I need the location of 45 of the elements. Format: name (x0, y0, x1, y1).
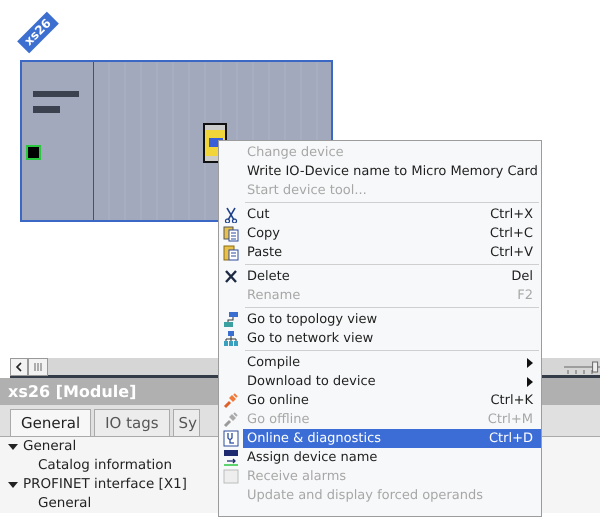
shortcut-text: Ctrl+V (490, 244, 533, 262)
shortcut-text: F2 (517, 286, 533, 305)
shortcut-text: Ctrl+D (488, 430, 533, 448)
collapse-icon[interactable] (8, 480, 18, 490)
arrow-left-icon (15, 362, 23, 372)
delete-icon (223, 268, 239, 285)
shortcut-text: Ctrl+M (488, 410, 533, 429)
port-icon[interactable] (26, 145, 41, 160)
collapse-icon[interactable] (8, 442, 18, 452)
stethoscope-icon (223, 430, 239, 447)
shortcut-text: Ctrl+X (490, 206, 533, 224)
menu-item[interactable]: Delete Del (243, 267, 541, 286)
scissors-icon (223, 206, 239, 223)
menu-item[interactable]: Go to topology view (243, 310, 541, 329)
menu-item[interactable]: Write IO-Device name to Micro Memory Card (243, 162, 541, 181)
inspector-tab[interactable]: Sy (172, 409, 200, 436)
tree-item[interactable]: Catalog information (38, 455, 172, 476)
scroll-left-button[interactable] (10, 358, 28, 376)
tree-item[interactable]: General (23, 437, 76, 457)
slot-bar (33, 106, 60, 113)
tree-item[interactable]: PROFINET interface [X1] (23, 474, 187, 495)
menu-item[interactable]: Online & diagnostics Ctrl+D (243, 429, 541, 448)
menu-item[interactable]: Go to network view (243, 329, 541, 348)
paste-icon (223, 244, 239, 261)
plug-icon (223, 392, 239, 409)
slot-bar (33, 91, 79, 97)
scroll-thumb[interactable] (28, 358, 48, 376)
inspector-tab[interactable]: General (10, 409, 92, 436)
shortcut-text: Ctrl+C (490, 224, 533, 243)
network-icon (223, 330, 239, 347)
menu-item[interactable]: Cut Ctrl+X (243, 205, 541, 224)
menu-item[interactable]: Copy Ctrl+C (243, 224, 541, 243)
menu-item[interactable]: Paste Ctrl+V (243, 243, 541, 262)
name-tag-icon (223, 449, 239, 466)
topology-icon (223, 311, 239, 328)
plug-icon (223, 411, 239, 428)
tree-item[interactable]: General (38, 493, 92, 513)
grip-icon (33, 362, 43, 370)
checkbox-icon (223, 468, 239, 485)
menu-item[interactable]: Assign device name (243, 448, 541, 467)
copy-icon (223, 225, 239, 242)
menu-item[interactable]: Compile (243, 353, 541, 372)
zoom-slider[interactable] (564, 360, 600, 376)
inspector-tab[interactable]: IO tags (94, 409, 170, 436)
shortcut-text: Del (511, 268, 533, 286)
